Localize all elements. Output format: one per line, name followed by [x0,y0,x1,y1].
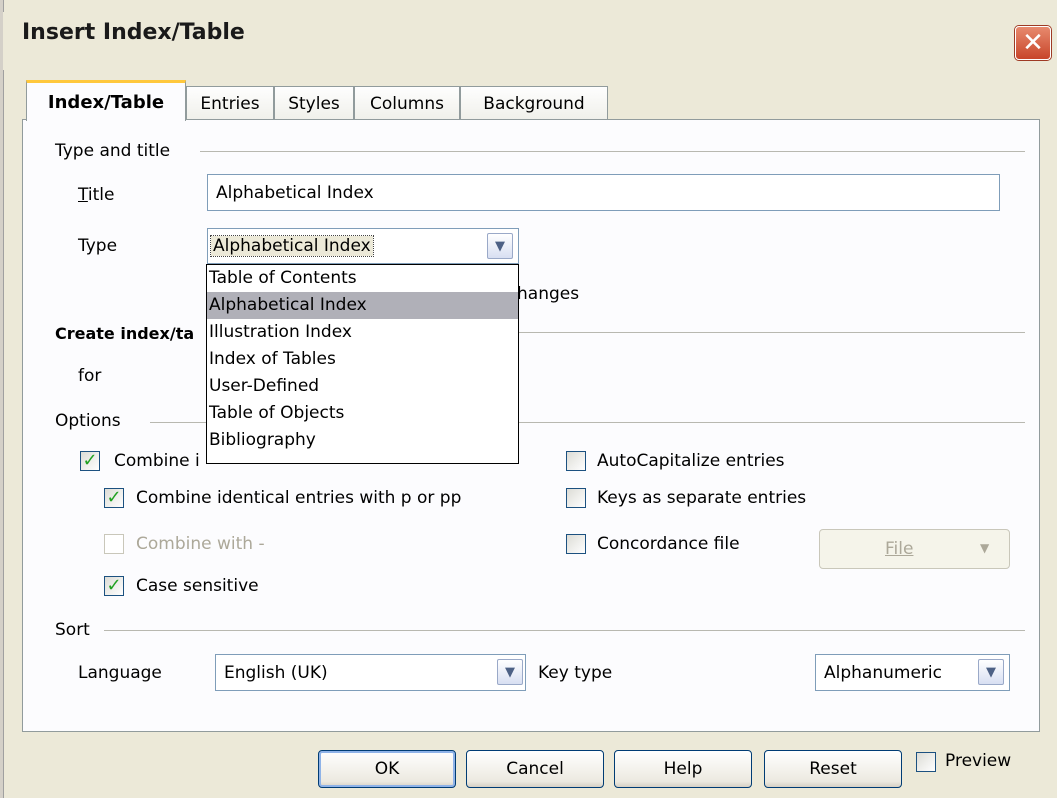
file-button-label: File [885,539,914,559]
concordance-checkbox[interactable] [566,534,586,554]
dropdown-option[interactable]: Index of Tables [207,346,518,373]
create-index-heading: Create index/ta [55,324,195,343]
type-label: Type [78,236,118,256]
reset-button[interactable]: Reset [764,750,902,788]
tab-background[interactable]: Background [460,86,608,120]
chevron-down-icon[interactable]: ▼ [487,233,513,259]
combine-p-pp-checkbox[interactable]: ✓ [104,488,124,508]
keys-separate-label: Keys as separate entries [597,488,807,508]
group-divider [519,332,1025,333]
preview-label: Preview [945,751,1012,771]
language-select[interactable]: English (UK) [215,654,526,691]
keys-separate-checkbox[interactable] [566,488,586,508]
title-input[interactable]: Alphabetical Index [207,174,1000,211]
combine-p-pp-label: Combine identical entries with p or pp [136,488,462,508]
for-label: for [78,366,102,386]
group-divider [104,630,1025,631]
group-divider [200,151,1025,152]
case-sensitive-checkbox[interactable]: ✓ [104,576,124,596]
help-button[interactable]: Help [614,750,752,788]
cancel-button[interactable]: Cancel [466,750,604,788]
chevron-down-icon[interactable]: ▼ [497,659,523,685]
close-icon[interactable]: ✕ [1015,26,1051,60]
combine-with-checkbox[interactable] [104,534,124,554]
title-label: Title [78,185,114,205]
case-sensitive-label: Case sensitive [136,576,259,596]
tab-styles[interactable]: Styles [274,86,354,120]
language-label: Language [78,663,162,683]
tab-entries[interactable]: Entries [186,86,274,120]
dropdown-option[interactable]: Bibliography [207,427,518,454]
type-select-value: Alphabetical Index [210,235,374,257]
combine-identical-checkbox[interactable]: ✓ [80,451,100,471]
file-button[interactable]: File ▼ [819,529,1010,569]
tab-index-table[interactable]: Index/Table [26,80,186,121]
protect-changes-label-fragment: hanges [517,284,580,304]
combine-with-label: Combine with - [136,534,265,554]
dropdown-option-selected[interactable]: Alphabetical Index [207,292,518,319]
title-label-rest: itle [87,185,115,205]
tab-columns[interactable]: Columns [354,86,460,120]
type-and-title-heading: Type and title [55,141,171,161]
dropdown-option[interactable]: Illustration Index [207,319,518,346]
key-type-label: Key type [538,663,613,683]
title-label-mnemonic: T [78,185,88,205]
autocapitalize-checkbox[interactable] [566,451,586,471]
combine-identical-label: Combine i [114,451,200,471]
dialog-title: Insert Index/Table [22,20,245,45]
dropdown-option[interactable]: Table of Contents [207,265,518,292]
options-heading: Options [55,411,121,431]
concordance-label: Concordance file [597,534,740,554]
sort-heading: Sort [55,620,90,640]
dropdown-option[interactable]: Table of Objects [207,400,518,427]
chevron-down-icon[interactable]: ▼ [978,659,1004,685]
chevron-down-icon: ▼ [980,541,990,555]
autocapitalize-label: AutoCapitalize entries [597,451,785,471]
window-edge [0,0,4,798]
preview-checkbox[interactable] [916,752,936,772]
ok-button[interactable]: OK [318,750,456,788]
type-dropdown-list: Table of Contents Alphabetical Index Ill… [206,264,519,464]
type-select[interactable]: Alphabetical Index [207,228,519,264]
dropdown-option[interactable]: User-Defined [207,373,518,400]
